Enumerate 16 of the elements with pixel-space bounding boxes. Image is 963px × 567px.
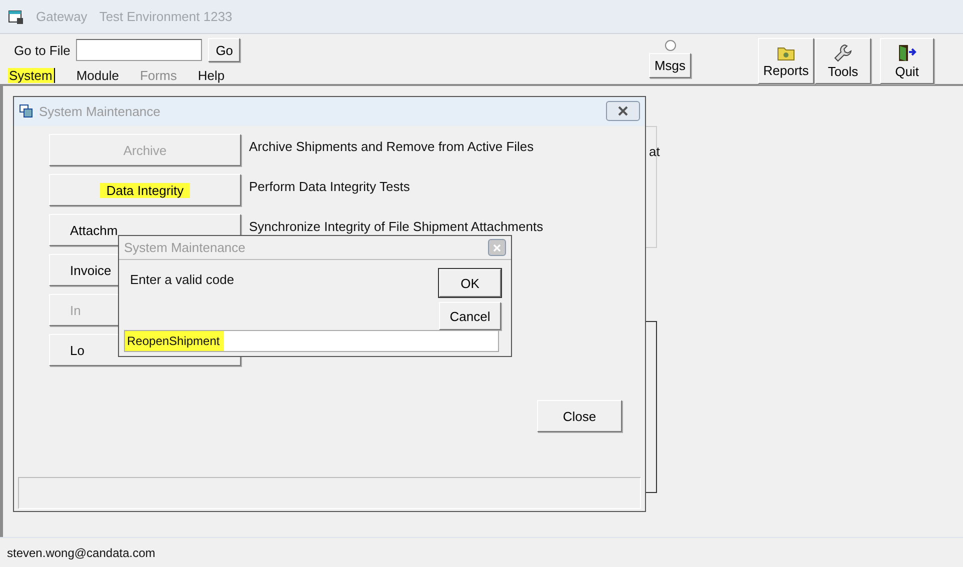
highlight-mark: Attachm xyxy=(70,222,118,238)
description-text: Archive Shipments and Remove from Active Files xyxy=(249,138,534,154)
window-title: System Maintenance xyxy=(39,104,162,118)
go-to-file-label: Go to File xyxy=(14,42,70,58)
highlight-mark: Data Integrity xyxy=(100,182,190,198)
highlight-mark: Invoice xyxy=(70,262,112,278)
dialog-message: Enter a valid code xyxy=(130,271,236,289)
highlight-mark: Lo xyxy=(70,342,84,358)
highlight-mark: Archive xyxy=(123,142,167,158)
environment-label: Test Environment 1233 xyxy=(99,9,232,24)
app-title: Gateway xyxy=(36,9,88,24)
panel-label: at xyxy=(649,144,660,159)
highlight-mark: In xyxy=(70,302,81,318)
user-email: steven.wong@candata.com xyxy=(7,546,156,560)
description-text: Synchronize Integrity of File Shipment Attachments xyxy=(249,218,544,234)
description-text: Perform Data Integrity Tests xyxy=(249,178,410,194)
